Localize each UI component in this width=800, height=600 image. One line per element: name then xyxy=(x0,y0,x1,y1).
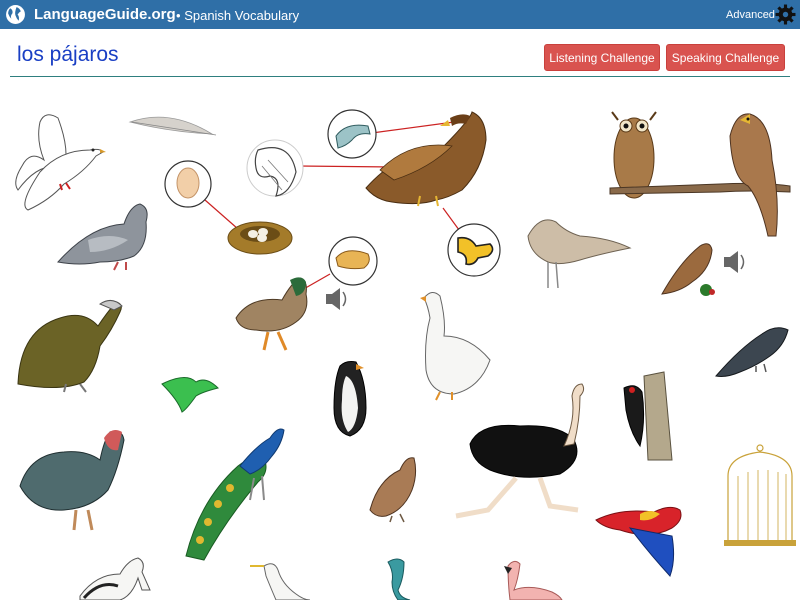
crow-image[interactable] xyxy=(715,327,789,377)
page-title: los pájaros xyxy=(17,43,119,66)
owl-image[interactable] xyxy=(611,111,657,199)
speaker-icon[interactable] xyxy=(724,251,745,273)
vulture-image[interactable] xyxy=(17,300,123,393)
advanced-link[interactable]: Advanced xyxy=(726,9,775,21)
quail-image[interactable] xyxy=(369,457,417,523)
gear-icon[interactable] xyxy=(775,4,796,25)
wing-image[interactable] xyxy=(246,139,304,197)
peacock-image[interactable] xyxy=(185,428,285,561)
turkey-image[interactable] xyxy=(19,430,125,531)
bill-image[interactable] xyxy=(327,109,377,159)
brand-logo[interactable]: LanguageGuide.org xyxy=(34,6,176,23)
talon-image[interactable] xyxy=(447,223,501,277)
pelican-image[interactable] xyxy=(79,557,151,600)
header-divider xyxy=(10,76,790,77)
hawk-image[interactable] xyxy=(729,113,778,237)
goose-image[interactable] xyxy=(420,292,491,401)
speaker-icon[interactable] xyxy=(326,288,347,310)
globe-icon[interactable] xyxy=(5,4,26,25)
feather-image[interactable] xyxy=(128,116,217,136)
flamingo-image[interactable] xyxy=(504,560,563,600)
duck-image[interactable] xyxy=(235,277,308,351)
duck-bill-image[interactable] xyxy=(328,236,378,286)
section-title: • Spanish Vocabulary xyxy=(176,8,300,23)
top-bar: LanguageGuide.org • Spanish Vocabulary A… xyxy=(0,0,800,29)
birdcage-image[interactable] xyxy=(724,444,796,546)
woodpecker-image[interactable] xyxy=(623,371,673,461)
hummingbird-image[interactable] xyxy=(161,377,219,413)
egg-image[interactable] xyxy=(164,160,212,208)
heron-image[interactable] xyxy=(387,558,411,600)
pigeon-flying-image[interactable] xyxy=(527,219,632,289)
parrot-image[interactable] xyxy=(595,506,682,577)
egret-image[interactable] xyxy=(250,563,311,600)
dove-image[interactable] xyxy=(15,114,106,211)
bird-scene xyxy=(15,109,796,600)
pigeon-image[interactable] xyxy=(57,203,148,271)
ostrich-image[interactable] xyxy=(455,383,585,519)
listening-challenge-button[interactable]: Listening Challenge xyxy=(544,44,660,71)
penguin-image[interactable] xyxy=(333,361,367,437)
sparrow-image[interactable] xyxy=(661,243,715,296)
speaking-challenge-button[interactable]: Speaking Challenge xyxy=(666,44,785,71)
nest-image[interactable] xyxy=(227,221,293,255)
